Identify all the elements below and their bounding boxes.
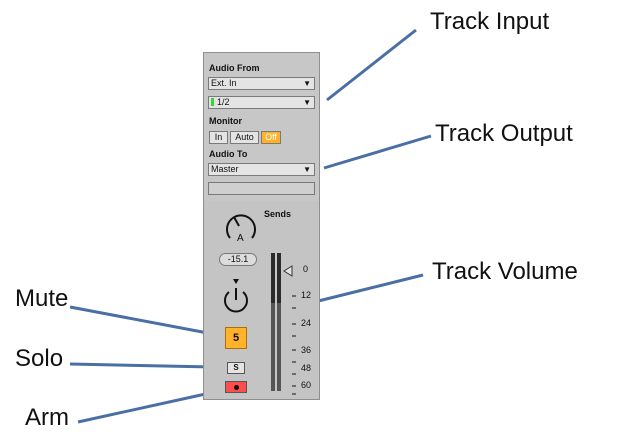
audio-to-value: Master <box>211 164 239 174</box>
track-strip: Audio From Ext. In ▼ 1/2 ▼ Monitor In Au… <box>203 52 320 400</box>
scale-label-48: 48 <box>301 363 312 373</box>
mute-callout: Mute <box>15 285 69 312</box>
level-meter-left <box>271 253 275 391</box>
track-output-callout: Track Output <box>435 120 573 147</box>
record-dot-icon <box>234 385 239 390</box>
monitor-auto-button[interactable]: Auto <box>230 131 259 144</box>
monitor-in-button[interactable]: In <box>209 131 228 144</box>
scale-label-60: 60 <box>301 380 312 390</box>
dropdown-arrow-icon: ▼ <box>303 79 311 88</box>
audio-from-type-value: Ext. In <box>211 78 237 88</box>
track-input-line <box>326 28 417 102</box>
output-channel-box[interactable] <box>208 182 315 195</box>
level-meter-right <box>277 253 281 391</box>
track-volume-field[interactable]: -15.1 <box>219 253 257 266</box>
audio-to-dropdown[interactable]: Master ▼ <box>208 163 315 176</box>
scale-label-36: 36 <box>301 345 312 355</box>
sends-section: A Sends <box>204 201 319 248</box>
scale-label-24: 24 <box>301 318 312 328</box>
mixer-section: -15.1 5 S 0 12 24 36 48 60 <box>204 247 319 399</box>
arm-line <box>77 391 211 424</box>
scale-label-0: 0 <box>303 264 309 274</box>
mute-button[interactable]: 5 <box>225 327 247 349</box>
track-output-line <box>323 134 432 170</box>
solo-button[interactable]: S <box>227 362 245 374</box>
pan-knob[interactable] <box>220 275 252 315</box>
solo-line <box>69 362 214 369</box>
sends-label: Sends <box>264 209 292 219</box>
dropdown-arrow-icon: ▼ <box>303 165 311 174</box>
volume-scale-ticks <box>292 295 296 395</box>
scale-label-12: 12 <box>301 290 312 300</box>
audio-from-channel-dropdown[interactable]: 1/2 ▼ <box>208 96 315 109</box>
arm-button[interactable] <box>225 381 247 393</box>
mute-line <box>69 305 214 336</box>
dropdown-arrow-icon: ▼ <box>303 98 311 107</box>
input-level-icon <box>211 98 214 106</box>
arm-callout: Arm <box>25 404 69 431</box>
io-section: Audio From Ext. In ▼ 1/2 ▼ Monitor In Au… <box>204 53 319 202</box>
audio-from-channel-value: 1/2 <box>217 97 230 107</box>
monitor-label: Monitor <box>209 116 242 126</box>
track-input-callout: Track Input <box>430 8 550 35</box>
audio-from-type-dropdown[interactable]: Ext. In ▼ <box>208 77 315 90</box>
solo-callout: Solo <box>15 345 64 372</box>
monitor-off-button[interactable]: Off <box>261 131 281 144</box>
audio-to-label: Audio To <box>209 149 248 159</box>
audio-from-label: Audio From <box>209 63 260 73</box>
send-a-letter: A <box>237 233 244 244</box>
track-volume-callout: Track Volume <box>432 258 578 285</box>
